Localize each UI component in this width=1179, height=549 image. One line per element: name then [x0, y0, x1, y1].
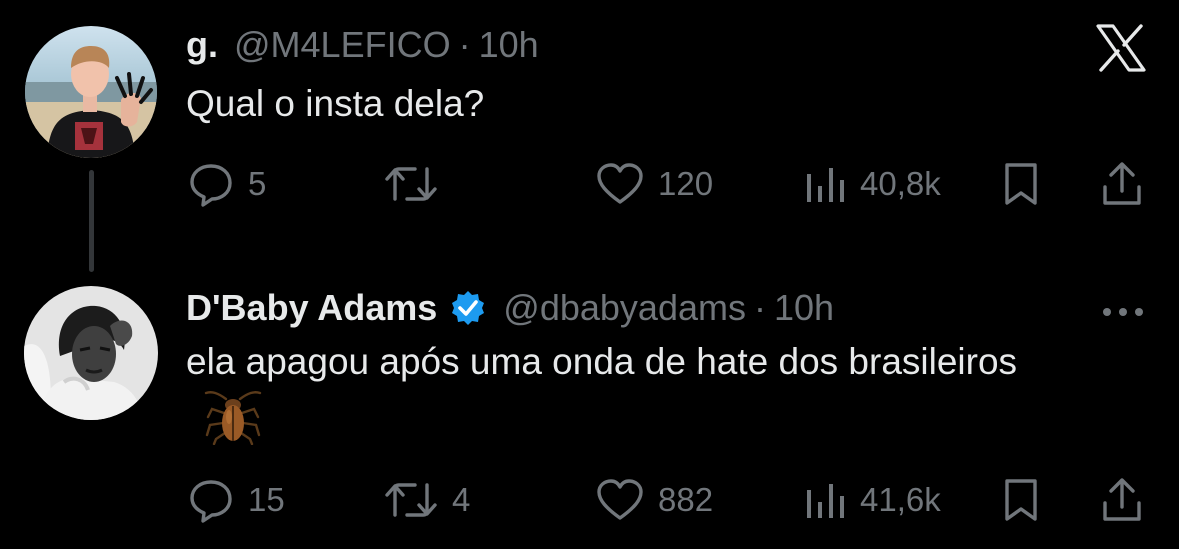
bookmark-button[interactable]: [1001, 154, 1041, 214]
timestamp[interactable]: 10h: [479, 24, 539, 66]
heart-icon: [597, 163, 643, 204]
reply-button[interactable]: 5: [188, 154, 266, 214]
author-name[interactable]: D'Baby Adams: [186, 287, 437, 329]
views-count: 41,6k: [860, 481, 941, 518]
x-logo-icon[interactable]: [1095, 24, 1147, 72]
avatar-dbaby-adams[interactable]: [24, 286, 158, 420]
more-options-icon[interactable]: [1097, 292, 1149, 332]
retweet-count: 4: [452, 481, 471, 518]
action-bar: 5 120 40,8k: [0, 154, 1179, 214]
reply-icon: [190, 164, 232, 207]
reply-icon: [190, 480, 232, 523]
share-icon: [1103, 478, 1141, 521]
tweet-1[interactable]: g. @M4LEFICO · 10h Qual o insta dela? 5: [0, 0, 1179, 272]
bookmark-icon: [1005, 163, 1037, 205]
reply-button[interactable]: 15: [188, 470, 285, 530]
tweet-text: Qual o insta dela?: [186, 76, 1046, 131]
reply-count: 5: [248, 165, 267, 202]
tweet-text: ela apagou após uma onda de hate dos bra…: [186, 334, 1046, 460]
avatar-g[interactable]: [25, 26, 157, 158]
timestamp[interactable]: 10h: [774, 287, 834, 329]
retweet-icon: [385, 483, 437, 517]
tweet-text-content: Qual o insta dela?: [186, 83, 485, 124]
author-handle[interactable]: @M4LEFICO: [234, 24, 451, 66]
author-handle[interactable]: @dbabyadams: [503, 287, 746, 329]
like-button[interactable]: 120: [596, 154, 713, 214]
views-button[interactable]: 40,8k: [804, 154, 941, 214]
retweet-icon: [385, 167, 437, 201]
tweet-text-content: ela apagou após uma onda de hate dos bra…: [186, 341, 1018, 382]
views-button[interactable]: 41,6k: [804, 470, 941, 530]
like-count: 120: [658, 165, 714, 202]
views-count: 40,8k: [860, 165, 941, 202]
tweet-2[interactable]: D'Baby Adams @dbabyadams · 10h ela apago…: [0, 270, 1179, 549]
tweet-header: g. @M4LEFICO · 10h: [186, 20, 539, 70]
like-button[interactable]: 882: [596, 470, 713, 530]
views-chart-icon: [807, 168, 844, 202]
cockroach-emoji-icon: [204, 389, 262, 460]
separator-dot: ·: [753, 287, 766, 328]
author-name[interactable]: g.: [186, 24, 218, 66]
tweet-header: D'Baby Adams @dbabyadams · 10h: [186, 283, 834, 333]
reply-count: 15: [248, 481, 285, 518]
heart-icon: [597, 479, 643, 520]
views-chart-icon: [807, 484, 844, 518]
share-icon: [1103, 162, 1141, 205]
bookmark-button[interactable]: [1001, 470, 1041, 530]
action-bar: 15 4 882 41,6k: [0, 470, 1179, 530]
retweet-button[interactable]: [384, 154, 452, 214]
like-count: 882: [658, 481, 714, 518]
share-button[interactable]: [1100, 470, 1144, 530]
share-button[interactable]: [1100, 154, 1144, 214]
verified-badge-icon[interactable]: [449, 289, 487, 327]
separator-dot: ·: [458, 24, 471, 65]
bookmark-icon: [1005, 479, 1037, 521]
retweet-button[interactable]: 4: [384, 470, 470, 530]
